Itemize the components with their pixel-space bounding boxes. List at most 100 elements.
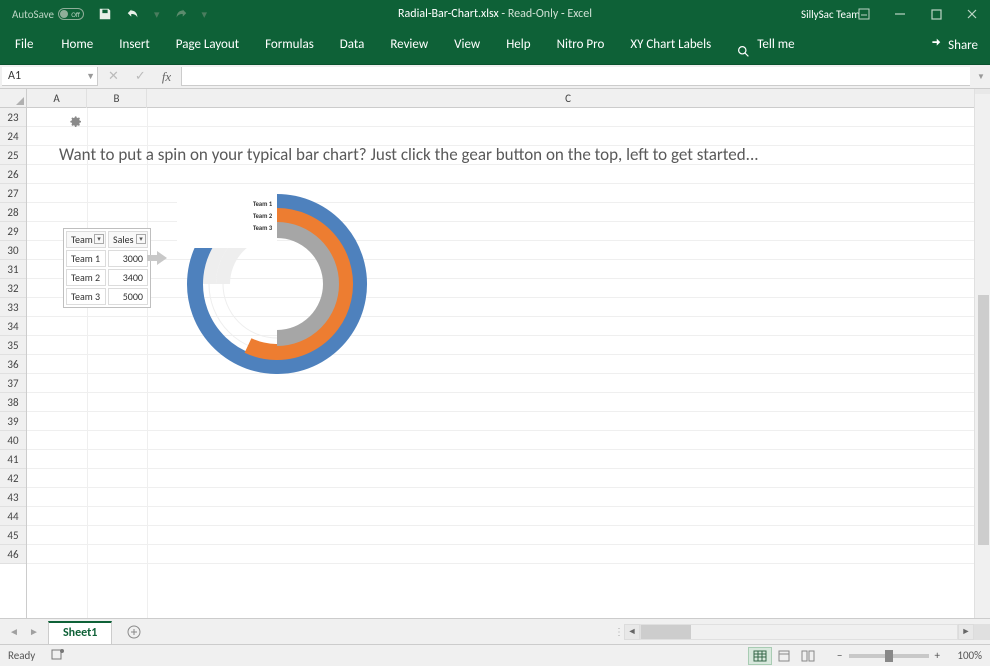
horizontal-scrollbar[interactable]: ◄ ► bbox=[624, 624, 974, 640]
zoom-in-button[interactable]: + bbox=[935, 649, 940, 662]
name-box[interactable]: A1 ▼ bbox=[2, 67, 98, 86]
row-header[interactable]: 36 bbox=[0, 355, 26, 374]
filter-dropdown-icon[interactable]: ▾ bbox=[94, 234, 104, 244]
table-header: Sales bbox=[113, 233, 134, 246]
row-header[interactable]: 33 bbox=[0, 298, 26, 317]
row-header[interactable]: 29 bbox=[0, 222, 26, 241]
view-normal-icon[interactable] bbox=[748, 647, 772, 665]
cancel-formula-icon: ✕ bbox=[108, 69, 119, 84]
column-header[interactable]: A bbox=[27, 89, 87, 108]
macro-record-icon[interactable] bbox=[51, 647, 65, 664]
legend-item: Team 3 bbox=[253, 222, 272, 234]
name-box-value: A1 bbox=[8, 69, 21, 83]
cell-grid[interactable] bbox=[27, 108, 990, 618]
zoom-level[interactable]: 100% bbox=[946, 649, 982, 662]
tab-review[interactable]: Review bbox=[377, 28, 441, 62]
select-all-corner[interactable] bbox=[0, 89, 26, 108]
row-header[interactable]: 30 bbox=[0, 241, 26, 260]
tell-me-label: Tell me bbox=[757, 28, 794, 62]
row-header[interactable]: 39 bbox=[0, 412, 26, 431]
legend-item: Team 1 bbox=[253, 198, 272, 210]
view-page-break-icon[interactable] bbox=[796, 647, 820, 665]
share-button[interactable]: Share bbox=[928, 36, 978, 54]
row-header[interactable]: 31 bbox=[0, 260, 26, 279]
row-header[interactable]: 24 bbox=[0, 127, 26, 146]
tab-page-layout[interactable]: Page Layout bbox=[163, 28, 252, 62]
sample-data-table: Team▾ Sales▾ Team 13000 Team 23400 Team … bbox=[63, 228, 151, 308]
row-header[interactable]: 26 bbox=[0, 165, 26, 184]
table-cell: 3400 bbox=[108, 269, 148, 286]
redo-icon bbox=[174, 7, 188, 21]
formula-input[interactable] bbox=[181, 67, 970, 86]
table-cell: Team 3 bbox=[66, 288, 106, 305]
row-header[interactable]: 42 bbox=[0, 469, 26, 488]
maximize-icon[interactable] bbox=[918, 0, 954, 28]
column-header[interactable]: C bbox=[147, 89, 990, 108]
instruction-text: Want to put a spin on your typical bar c… bbox=[59, 144, 759, 165]
row-header[interactable]: 44 bbox=[0, 507, 26, 526]
row-header[interactable]: 32 bbox=[0, 279, 26, 298]
vertical-scrollbar[interactable] bbox=[974, 89, 990, 618]
tell-me-search[interactable]: Tell me bbox=[724, 28, 807, 62]
row-header[interactable]: 23 bbox=[0, 108, 26, 127]
row-header[interactable]: 40 bbox=[0, 431, 26, 450]
scroll-right-icon[interactable]: ► bbox=[958, 624, 974, 640]
status-mode: Ready bbox=[8, 649, 35, 662]
table-cell: 3000 bbox=[108, 250, 148, 267]
expand-formula-bar-icon[interactable]: ▼ bbox=[972, 65, 990, 88]
autosave-toggle[interactable]: AutoSave Off bbox=[12, 8, 84, 21]
table-cell: Team 1 bbox=[66, 250, 106, 267]
row-header[interactable]: 46 bbox=[0, 545, 26, 564]
scrollbar-thumb[interactable] bbox=[641, 625, 691, 639]
tab-data[interactable]: Data bbox=[327, 28, 378, 62]
tab-file[interactable]: File bbox=[0, 28, 48, 62]
filter-dropdown-icon[interactable]: ▾ bbox=[136, 234, 146, 244]
view-page-layout-icon[interactable] bbox=[772, 647, 796, 665]
scrollbar-thumb[interactable] bbox=[978, 295, 989, 545]
chevron-down-icon[interactable]: ▼ bbox=[86, 71, 95, 82]
row-header[interactable]: 35 bbox=[0, 336, 26, 355]
scroll-left-icon[interactable]: ◄ bbox=[624, 624, 640, 640]
tab-home[interactable]: Home bbox=[48, 28, 106, 62]
row-header[interactable]: 25 bbox=[0, 146, 26, 165]
tab-help[interactable]: Help bbox=[493, 28, 543, 62]
row-header[interactable]: 41 bbox=[0, 450, 26, 469]
share-icon bbox=[928, 36, 942, 54]
row-header[interactable]: 28 bbox=[0, 203, 26, 222]
gear-icon[interactable] bbox=[67, 113, 83, 129]
tab-nitro-pro[interactable]: Nitro Pro bbox=[544, 28, 618, 62]
row-header[interactable]: 38 bbox=[0, 393, 26, 412]
row-headers: 23 24 25 26 27 28 29 30 31 32 33 34 35 3… bbox=[0, 89, 27, 618]
minimize-icon[interactable] bbox=[882, 0, 918, 28]
column-header[interactable]: B bbox=[87, 89, 147, 108]
qat-separator: ▾ bbox=[154, 8, 160, 21]
row-header[interactable]: 37 bbox=[0, 374, 26, 393]
insert-function-icon[interactable]: fx bbox=[162, 69, 171, 85]
tab-xy-chart-labels[interactable]: XY Chart Labels bbox=[617, 28, 724, 62]
ribbon-options-icon[interactable] bbox=[846, 0, 882, 28]
row-header[interactable]: 27 bbox=[0, 184, 26, 203]
row-header[interactable]: 45 bbox=[0, 526, 26, 545]
qat-dropdown-icon[interactable]: ▾ bbox=[202, 8, 208, 21]
zoom-out-button[interactable]: − bbox=[837, 649, 842, 662]
sheet-nav-prev-icon[interactable]: ◄ bbox=[4, 625, 24, 638]
save-icon[interactable] bbox=[98, 7, 112, 21]
autosave-state: Off bbox=[71, 10, 80, 19]
sheet-tab-active[interactable]: Sheet1 bbox=[48, 621, 112, 645]
close-icon[interactable] bbox=[954, 0, 990, 28]
undo-icon[interactable] bbox=[126, 7, 140, 21]
tab-view[interactable]: View bbox=[441, 28, 493, 62]
tab-insert[interactable]: Insert bbox=[106, 28, 163, 62]
tab-formulas[interactable]: Formulas bbox=[252, 28, 327, 62]
row-header[interactable]: 34 bbox=[0, 317, 26, 336]
sheet-nav-next-icon[interactable]: ► bbox=[24, 625, 44, 638]
formula-bar: A1 ▼ ✕ ✓ fx ▼ bbox=[0, 65, 990, 89]
table-header: Team bbox=[71, 233, 93, 246]
column-headers: A B C bbox=[27, 89, 990, 108]
add-sheet-button[interactable] bbox=[122, 620, 146, 644]
row-header[interactable]: 43 bbox=[0, 488, 26, 507]
share-label: Share bbox=[948, 38, 978, 53]
ribbon-tabs: File Home Insert Page Layout Formulas Da… bbox=[0, 28, 990, 62]
titlebar: AutoSave Off ▾ ▾ Radial-Bar-Chart.xlsx -… bbox=[0, 0, 990, 28]
zoom-slider[interactable] bbox=[849, 654, 929, 658]
